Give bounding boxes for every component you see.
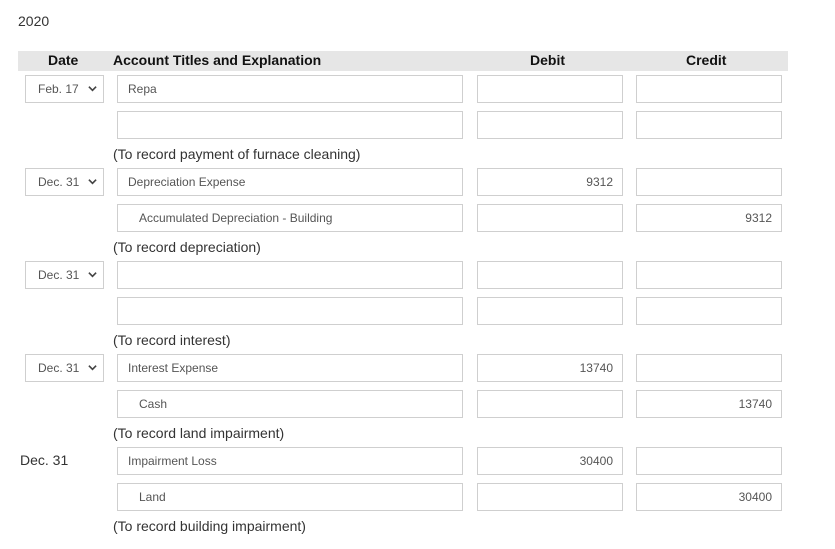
journal-line: Dec. 31 Depreciation Expense 9312 [0, 168, 835, 198]
chevron-down-icon [88, 272, 97, 278]
date-value: Feb. 17 [38, 82, 79, 96]
debit-input[interactable] [477, 261, 623, 289]
chevron-down-icon [88, 365, 97, 371]
credit-input[interactable] [636, 447, 782, 475]
account-value: Depreciation Expense [128, 175, 246, 189]
debit-input[interactable] [477, 390, 623, 418]
account-value: Interest Expense [128, 361, 219, 375]
credit-value: 9312 [745, 211, 772, 225]
account-value: Accumulated Depreciation - Building [139, 211, 333, 225]
account-input[interactable]: Accumulated Depreciation - Building [117, 204, 463, 232]
credit-input[interactable] [636, 297, 782, 325]
account-input[interactable]: Impairment Loss [117, 447, 463, 475]
account-input[interactable]: Land [117, 483, 463, 511]
credit-input[interactable] [636, 111, 782, 139]
journal-line: Dec. 31 Impairment Loss 30400 [0, 447, 835, 477]
debit-input[interactable] [477, 204, 623, 232]
year-label: 2020 [18, 13, 50, 29]
date-select[interactable]: Feb. 17 [25, 75, 104, 103]
journal-line: Feb. 17 Repa [0, 75, 835, 105]
journal-line: Cash 13740 [0, 390, 835, 420]
date-label: Dec. 31 [20, 452, 69, 468]
entry-explanation: (To record payment of furnace cleaning) [113, 146, 361, 162]
header-date: Date [48, 52, 79, 68]
account-input[interactable]: Interest Expense [117, 354, 463, 382]
account-value: Repa [128, 82, 157, 96]
debit-value: 9312 [586, 175, 613, 189]
account-input[interactable] [117, 111, 463, 139]
account-input[interactable]: Cash [117, 390, 463, 418]
entry-explanation: (To record land impairment) [113, 425, 285, 441]
debit-input[interactable]: 9312 [477, 168, 623, 196]
credit-value: 30400 [738, 490, 772, 504]
journal-line: Accumulated Depreciation - Building 9312 [0, 204, 835, 234]
debit-input[interactable]: 13740 [477, 354, 623, 382]
journal-line: Land 30400 [0, 483, 835, 513]
debit-input[interactable] [477, 483, 623, 511]
credit-input[interactable] [636, 75, 782, 103]
credit-input[interactable]: 13740 [636, 390, 782, 418]
credit-input[interactable] [636, 168, 782, 196]
debit-input[interactable] [477, 75, 623, 103]
debit-input[interactable] [477, 297, 623, 325]
account-input[interactable]: Depreciation Expense [117, 168, 463, 196]
journal-line: Dec. 31 Interest Expense 13740 [0, 354, 835, 384]
entry-explanation: (To record interest) [113, 332, 231, 348]
date-value: Dec. 31 [38, 175, 80, 189]
header-debit: Debit [530, 52, 565, 68]
date-value: Dec. 31 [38, 361, 80, 375]
credit-input[interactable]: 9312 [636, 204, 782, 232]
header-account: Account Titles and Explanation [113, 52, 322, 68]
journal-line [0, 297, 835, 327]
credit-input[interactable] [636, 354, 782, 382]
credit-input[interactable]: 30400 [636, 483, 782, 511]
entry-explanation: (To record building impairment) [113, 518, 306, 534]
chevron-down-icon [88, 179, 97, 185]
debit-value: 13740 [579, 361, 613, 375]
account-input[interactable] [117, 297, 463, 325]
journal-line [0, 111, 835, 141]
header-credit: Credit [686, 52, 727, 68]
date-select[interactable]: Dec. 31 [25, 168, 104, 196]
debit-input[interactable] [477, 111, 623, 139]
debit-input[interactable]: 30400 [477, 447, 623, 475]
date-select[interactable]: Dec. 31 [25, 261, 104, 289]
entry-explanation: (To record depreciation) [113, 239, 261, 255]
account-value: Impairment Loss [128, 454, 217, 468]
journal-line: Dec. 31 [0, 261, 835, 291]
account-value: Land [139, 490, 166, 504]
account-value: Cash [139, 397, 168, 411]
date-value: Dec. 31 [38, 268, 80, 282]
credit-input[interactable] [636, 261, 782, 289]
credit-value: 13740 [738, 397, 772, 411]
chevron-down-icon [88, 86, 97, 92]
account-input[interactable]: Repa [117, 75, 463, 103]
date-select[interactable]: Dec. 31 [25, 354, 104, 382]
account-input[interactable] [117, 261, 463, 289]
debit-value: 30400 [579, 454, 613, 468]
table-header: Date Account Titles and Explanation Debi… [18, 51, 788, 71]
